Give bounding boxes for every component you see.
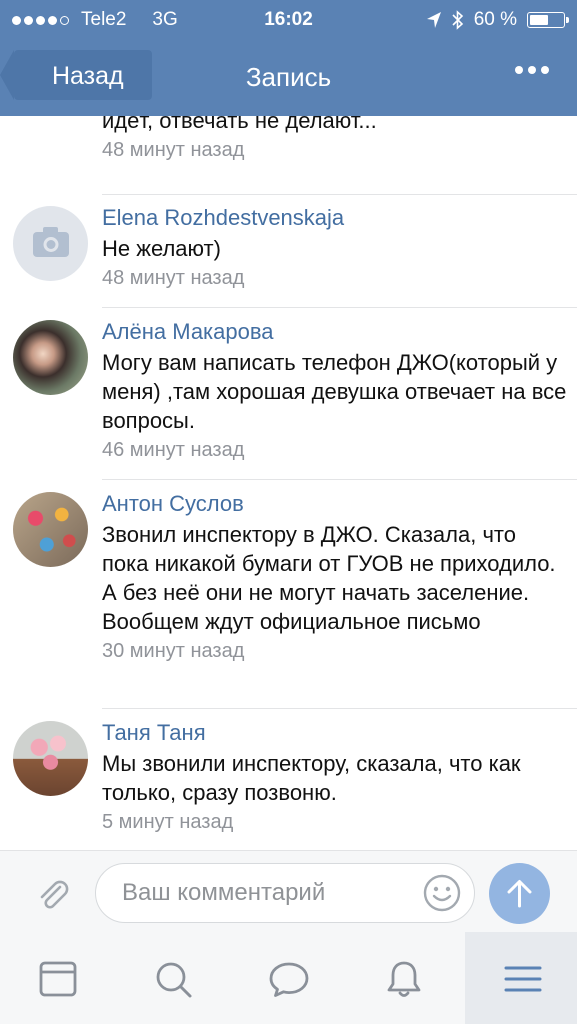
tab-search[interactable] [115, 932, 230, 1024]
emoji-icon[interactable] [422, 873, 462, 913]
comment-author[interactable]: Алёна Макарова [102, 316, 567, 348]
comment-input[interactable] [95, 863, 475, 923]
comment-body: Elena Rozhdestvenskaja Не желают) 48 мин… [102, 202, 567, 291]
header: Tele2 3G 16:02 60 % Назад Запись [0, 0, 577, 116]
nav-bar: Назад Запись [0, 40, 577, 116]
comment-time: 30 минут назад [102, 640, 245, 662]
divider [102, 708, 577, 709]
news-icon [39, 961, 77, 997]
comment-text: Могу вам написать телефон ДЖО(который у … [102, 350, 567, 433]
arrow-up-icon [507, 880, 532, 908]
avatar[interactable] [13, 721, 88, 796]
comment-author[interactable]: Антон Суслов [102, 488, 567, 520]
more-options-icon[interactable] [515, 66, 549, 74]
comment-text: Звонил инспектору в ДЖО. Сказала, что по… [102, 522, 556, 634]
tab-notifications[interactable] [346, 932, 461, 1024]
camera-icon [33, 227, 69, 257]
send-button[interactable] [489, 863, 550, 924]
battery-percent: 60 % [473, 9, 517, 30]
tab-news[interactable] [0, 932, 115, 1024]
avatar[interactable] [13, 320, 88, 395]
menu-icon [504, 966, 542, 992]
status-bar: Tele2 3G 16:02 60 % [0, 0, 577, 40]
comment-text: Мы звонили инспектору, сказала, что как … [102, 751, 521, 805]
comment-author[interactable]: Таня Таня [102, 717, 567, 749]
comment-time: 48 минут назад [102, 267, 245, 289]
divider [102, 194, 577, 195]
comment-body: Алёна Макарова Могу вам написать телефон… [102, 316, 567, 463]
avatar[interactable] [13, 492, 88, 567]
comment-time: 5 минут назад [102, 811, 234, 833]
comment-body: Таня Таня Мы звонили инспектору, сказала… [102, 717, 567, 835]
back-button[interactable]: Назад [0, 50, 152, 100]
comment-body: Антон Суслов Звонил инспектору в ДЖО. Ск… [102, 488, 567, 664]
back-button-label: Назад [52, 62, 124, 90]
comments-list[interactable]: идёт, отвечать не делают... 48 минут наз… [0, 116, 577, 850]
tab-menu[interactable] [465, 932, 577, 1024]
tab-messages[interactable] [231, 932, 346, 1024]
comment-time: 46 минут назад [102, 439, 245, 461]
status-right: 60 % [426, 9, 569, 31]
location-icon [426, 12, 441, 28]
search-icon [156, 962, 192, 998]
comment-time: 48 минут назад [102, 139, 245, 161]
comment-composer [0, 850, 577, 932]
battery-icon [527, 12, 569, 28]
divider [102, 307, 577, 308]
bluetooth-icon [452, 10, 463, 30]
comment-text: идёт, отвечать не делают... [102, 116, 377, 133]
attachment-icon[interactable] [32, 873, 72, 913]
comment-author[interactable]: Elena Rozhdestvenskaja [102, 202, 567, 234]
messages-icon [269, 962, 309, 997]
divider [102, 479, 577, 480]
notifications-icon [387, 961, 421, 997]
comment-text: Не желают) [102, 236, 221, 261]
comment-body: идёт, отвечать не делают... 48 минут наз… [102, 116, 567, 163]
avatar[interactable] [13, 206, 88, 281]
tab-bar [0, 932, 577, 1024]
